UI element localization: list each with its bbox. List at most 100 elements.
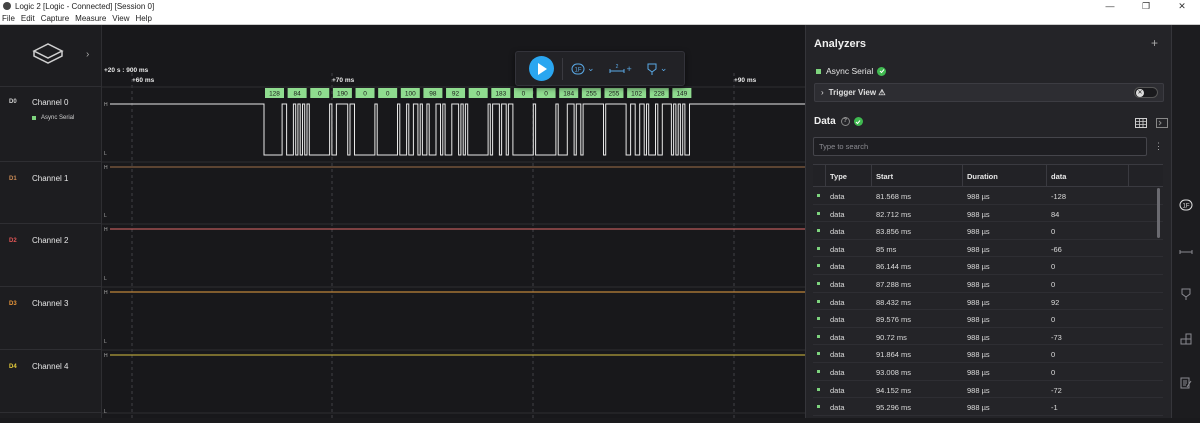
menu-capture[interactable]: Capture xyxy=(41,14,69,23)
analyzer-tool-button[interactable]: 1F ⌄ xyxy=(571,63,595,75)
row-color-swatch xyxy=(817,352,820,356)
data-title: Data xyxy=(814,116,836,127)
table-view-icon[interactable] xyxy=(1135,115,1147,133)
device-panel[interactable]: › xyxy=(0,25,102,87)
chevron-right-icon[interactable]: › xyxy=(86,49,89,60)
channel-row-4[interactable]: D4 Channel 4 xyxy=(0,350,102,413)
table-row[interactable]: data 87.288 ms 988 µs 0 xyxy=(813,275,1163,293)
help-icon[interactable]: ? xyxy=(840,117,850,126)
table-row[interactable]: data 83.856 ms 988 µs 0 xyxy=(813,222,1163,240)
menu-help[interactable]: Help xyxy=(135,14,151,23)
decoded-byte-label: 0 xyxy=(318,91,322,98)
column-header-start[interactable]: Start xyxy=(876,172,893,181)
decoded-byte-label: 184 xyxy=(563,91,574,98)
cell-type: data xyxy=(830,209,845,219)
timeline-ruler xyxy=(102,25,805,87)
channel-row-2[interactable]: D2 Channel 2 xyxy=(0,224,102,287)
markers-tab-icon[interactable] xyxy=(1179,287,1193,301)
measure-tool-button[interactable]: 2 + xyxy=(609,63,632,75)
column-header-data[interactable]: data xyxy=(1051,172,1066,181)
data-table-scrollbar[interactable] xyxy=(1157,188,1160,238)
table-row[interactable]: data 81.568 ms 988 µs -128 xyxy=(813,187,1163,205)
channel-row-1[interactable]: D1 Channel 1 xyxy=(0,162,102,224)
table-row[interactable]: data 94.152 ms 988 µs -72 xyxy=(813,381,1163,399)
column-divider xyxy=(825,165,826,186)
column-header-duration[interactable]: Duration xyxy=(967,172,998,181)
close-button[interactable]: ✕ xyxy=(1164,1,1200,12)
notes-tab-icon[interactable] xyxy=(1179,376,1193,390)
cell-duration: 988 µs xyxy=(967,403,990,413)
side-toolbar: 1F xyxy=(1171,25,1200,418)
table-row[interactable]: data 93.008 ms 988 µs 0 xyxy=(813,363,1163,381)
high-level-label: H xyxy=(104,165,108,171)
cell-start: 91.864 ms xyxy=(876,350,912,360)
minimize-button[interactable]: — xyxy=(1092,1,1128,11)
table-row[interactable]: data 89.576 ms 988 µs 0 xyxy=(813,310,1163,328)
table-row[interactable]: data 95.296 ms 988 µs -1 xyxy=(813,398,1163,416)
waveform-area[interactable]: +20 s : 900 ms+60 ms+70 ms+80 ms+90 msHL… xyxy=(102,25,805,418)
menu-edit[interactable]: Edit xyxy=(21,14,35,23)
cell-type: data xyxy=(830,297,845,307)
terminal-view-icon[interactable] xyxy=(1156,115,1168,133)
cell-type: data xyxy=(830,403,845,413)
channel-analyzer-label: Async Serial xyxy=(41,115,75,121)
analyzers-tab-icon[interactable]: 1F xyxy=(1179,198,1193,212)
start-capture-button[interactable] xyxy=(529,56,554,81)
table-row[interactable]: data 86.144 ms 988 µs 0 xyxy=(813,257,1163,275)
svg-text:2: 2 xyxy=(615,64,618,70)
window-title: Logic 2 [Logic - Connected] [Session 0] xyxy=(15,1,155,11)
cell-duration: 988 µs xyxy=(967,280,990,289)
analyzers-panel: Analyzers + Async Serial › Trigger View … xyxy=(805,25,1171,418)
table-row[interactable]: data 85 ms 988 µs -66 xyxy=(813,240,1163,258)
cell-data: 84 xyxy=(1051,209,1060,219)
maximize-button[interactable]: ❐ xyxy=(1128,1,1164,12)
cell-start: 82.712 ms xyxy=(876,209,912,219)
decoded-byte-label: 92 xyxy=(452,91,460,98)
more-options-icon[interactable]: ⋮ xyxy=(1154,141,1163,152)
table-row[interactable]: data 88.432 ms 988 µs 92 xyxy=(813,293,1163,311)
data-table-header: Type Start Duration data xyxy=(813,164,1163,187)
marker-tool-button[interactable]: ⌄ xyxy=(646,63,667,75)
channel-number: D0 xyxy=(9,99,17,105)
timeline-marker: +60 ms xyxy=(132,77,155,84)
cell-duration: 988 µs xyxy=(967,315,990,325)
trigger-view-row[interactable]: › Trigger View ⚠ ✕ xyxy=(814,83,1164,102)
cell-data: -128 xyxy=(1051,192,1067,201)
decoded-byte-label: 190 xyxy=(337,91,348,98)
column-divider xyxy=(1046,165,1047,186)
cell-duration: 988 µs xyxy=(967,297,990,307)
channel-name: Channel 1 xyxy=(32,174,69,183)
channel-number: D4 xyxy=(9,364,17,370)
check-icon xyxy=(853,117,863,126)
menu-file[interactable]: File xyxy=(2,14,15,23)
trigger-view-toggle[interactable]: ✕ xyxy=(1134,87,1158,98)
cell-start: 85 ms xyxy=(876,244,897,254)
cell-duration: 988 µs xyxy=(967,192,990,201)
data-search-input[interactable] xyxy=(813,137,1147,156)
table-row[interactable]: data 91.864 ms 988 µs 0 xyxy=(813,345,1163,363)
channel-name: Channel 3 xyxy=(32,299,69,308)
menu-measure[interactable]: Measure xyxy=(75,14,106,23)
measurements-tab-icon[interactable] xyxy=(1179,243,1193,257)
cell-data: -73 xyxy=(1051,332,1062,342)
decoded-byte-label: 128 xyxy=(269,91,280,98)
analyzer-item-async-serial[interactable]: Async Serial xyxy=(816,66,887,76)
trigger-view-label: Trigger View ⚠ xyxy=(828,88,886,97)
table-row[interactable]: data 90.72 ms 988 µs -73 xyxy=(813,328,1163,346)
table-row[interactable]: data 82.712 ms 988 µs 84 xyxy=(813,205,1163,223)
column-divider xyxy=(1128,165,1129,186)
cell-data: 92 xyxy=(1051,297,1060,307)
column-header-type[interactable]: Type xyxy=(830,172,847,181)
channel-row-0[interactable]: D0 Channel 0 Async Serial xyxy=(0,87,102,162)
svg-text:1F: 1F xyxy=(574,67,581,73)
menu-bar: File Edit Capture Measure View Help xyxy=(0,12,1200,25)
menu-view[interactable]: View xyxy=(112,14,129,23)
extensions-tab-icon[interactable] xyxy=(1179,332,1193,346)
waveform-canvas[interactable]: +20 s : 900 ms+60 ms+70 ms+80 ms+90 msHL… xyxy=(102,25,805,418)
channel-row-3[interactable]: D3 Channel 3 xyxy=(0,287,102,350)
chevron-down-icon: ⌄ xyxy=(587,63,595,73)
check-icon xyxy=(877,66,887,76)
column-divider xyxy=(962,165,963,186)
cell-type: data xyxy=(830,332,845,342)
add-analyzer-button[interactable]: + xyxy=(1151,36,1158,50)
